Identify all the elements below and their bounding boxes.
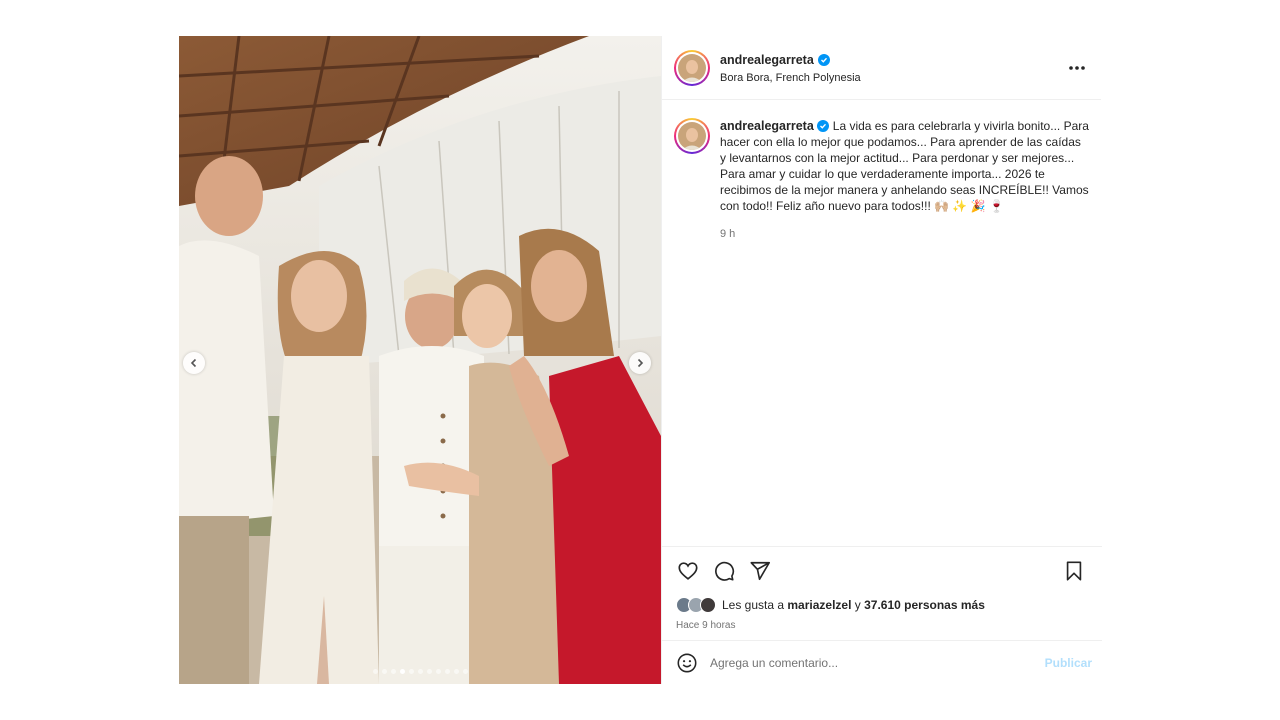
action-bar: Les gusta a mariazelzel y 37.610 persona… xyxy=(662,546,1102,631)
verified-badge-icon xyxy=(817,54,830,66)
carousel-dot xyxy=(390,669,396,674)
send-icon xyxy=(750,561,770,581)
profile-picture xyxy=(678,53,706,82)
carousel-dot xyxy=(444,669,450,674)
comment-input[interactable] xyxy=(710,655,1045,670)
caption-timestamp[interactable]: 9 h xyxy=(720,226,1089,242)
avatar[interactable] xyxy=(674,49,710,86)
carousel-dot xyxy=(372,669,378,674)
caption-section: andrealegarreta La vida es para celebrar… xyxy=(662,100,1101,546)
more-options-button[interactable] xyxy=(1065,56,1089,80)
carousel-dot xyxy=(408,669,414,674)
carousel-indicator xyxy=(179,669,661,674)
chevron-right-icon xyxy=(637,358,644,368)
carousel-dot xyxy=(426,669,432,674)
profile-picture xyxy=(678,122,706,150)
more-horizontal-icon xyxy=(1069,65,1085,70)
caption-username-text: andrealegarreta xyxy=(720,119,814,133)
likes-count-link[interactable]: 37.610 personas más xyxy=(864,598,985,612)
likes-conjunction: y xyxy=(854,598,861,612)
comment-icon xyxy=(715,561,735,581)
carousel-prev-button[interactable] xyxy=(183,352,205,374)
carousel-dot xyxy=(462,669,468,674)
group-photo-image xyxy=(179,36,661,684)
emoji-button[interactable] xyxy=(676,652,698,674)
liker-avatar xyxy=(700,597,716,613)
publish-button[interactable]: Publicar xyxy=(1045,656,1092,670)
carousel-dot xyxy=(453,669,459,674)
heart-icon xyxy=(678,562,698,580)
carousel-dot xyxy=(435,669,441,674)
caption-username-link[interactable]: andrealegarreta xyxy=(720,119,833,133)
carousel-dot xyxy=(417,669,423,674)
liker-avatars xyxy=(676,597,716,613)
save-button[interactable] xyxy=(1062,559,1086,583)
smiley-icon xyxy=(677,653,697,672)
post-header: andrealegarreta Bora Bora, French Polyne… xyxy=(662,36,1101,100)
liker-username-link[interactable]: mariazelzel xyxy=(787,598,851,612)
caption-avatar[interactable] xyxy=(674,118,710,154)
like-button[interactable] xyxy=(676,559,700,583)
username-link[interactable]: andrealegarreta xyxy=(720,53,830,67)
comment-button[interactable] xyxy=(712,559,736,583)
instagram-post: andrealegarreta Bora Bora, French Polyne… xyxy=(179,36,1102,684)
chevron-left-icon xyxy=(190,358,197,368)
comment-composer: Publicar xyxy=(662,640,1102,684)
post-timestamp[interactable]: Hace 9 horas xyxy=(676,620,1086,631)
bookmark-icon xyxy=(1066,561,1082,581)
post-side-panel: andrealegarreta Bora Bora, French Polyne… xyxy=(661,36,1102,684)
caption-text: La vida es para celebrarla y vivirla bon… xyxy=(720,119,1089,213)
carousel-dot xyxy=(399,669,405,674)
username-text: andrealegarreta xyxy=(720,53,814,67)
verified-badge-icon xyxy=(817,120,830,132)
post-photo[interactable] xyxy=(179,36,661,684)
share-button[interactable] xyxy=(748,559,772,583)
likes-prefix: Les gusta a xyxy=(722,598,785,612)
likes-summary: Les gusta a mariazelzel y 37.610 persona… xyxy=(676,597,1086,613)
carousel-next-button[interactable] xyxy=(629,352,651,374)
carousel-dot xyxy=(381,669,387,674)
location-link[interactable]: Bora Bora, French Polynesia xyxy=(720,72,1065,84)
